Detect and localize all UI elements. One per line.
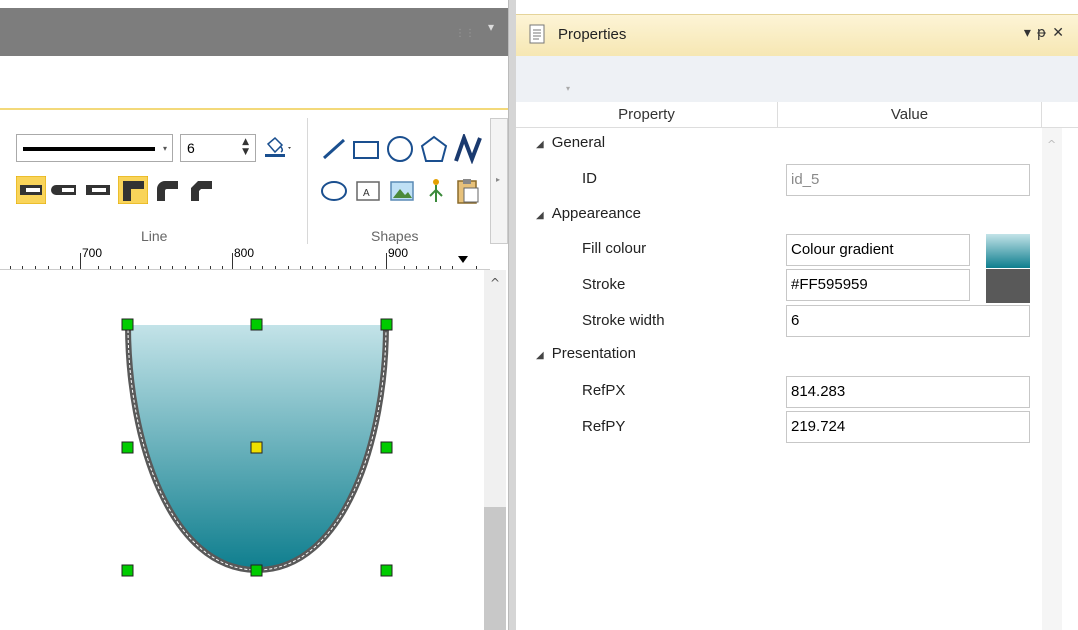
drawing-canvas[interactable]	[0, 270, 484, 630]
panel-controls: ▾ᵽ✕	[1024, 25, 1070, 41]
stroke-colour-field[interactable]: #FF595959	[786, 269, 970, 301]
category-label: Appeareance	[551, 205, 641, 222]
refpx-field[interactable]: 814.283	[786, 376, 1030, 408]
property-label-refpx: RefPX	[582, 382, 626, 399]
chevron-down-icon: ▾	[162, 144, 167, 153]
chevron-right-icon: ▸	[496, 175, 501, 184]
properties-header: Properties ▾ᵽ✕	[516, 14, 1078, 56]
collapse-triangle-icon: ◢	[536, 139, 544, 150]
round-cap-button[interactable]	[50, 176, 80, 204]
line-width-stepper[interactable]: 6 ▲ ▼	[180, 134, 256, 162]
selection-handle[interactable]	[121, 318, 134, 331]
scrollbar-thumb[interactable]	[484, 507, 506, 630]
properties-pane: Properties ▾ᵽ✕ ▾ Property Value ◢ General…	[516, 0, 1078, 630]
bevel-join-button[interactable]	[186, 176, 216, 204]
rectangle-tool-icon[interactable]	[350, 134, 382, 164]
connector-tool-icon[interactable]	[420, 176, 452, 206]
chevron-up-icon[interactable]: ^	[490, 276, 500, 290]
line-style-icon	[23, 147, 155, 151]
category-presentation[interactable]: ◢ Presentation	[536, 345, 636, 362]
paint-bucket-icon[interactable]	[262, 136, 294, 160]
clipboard-tool-icon[interactable]	[452, 176, 484, 206]
properties-toolbar: ▾	[516, 56, 1078, 102]
spinner-arrows-icon[interactable]: ▲ ▼	[242, 137, 249, 157]
category-appearance[interactable]: ◢ Appeareance	[536, 205, 641, 222]
property-label-stroke: Stroke	[582, 276, 626, 293]
selection-handle[interactable]	[380, 564, 393, 577]
stroke-colour-swatch[interactable]	[986, 269, 1030, 303]
refpy-field[interactable]: 219.724	[786, 411, 1030, 443]
document-icon	[529, 24, 545, 44]
property-grid-scrollbar[interactable]: ^	[1042, 128, 1062, 630]
editor-pane: ⋮⋮ ▾ ▾ 6 ▲ ▼ Line A Shapes ▸ 700 800 900…	[0, 0, 510, 630]
stroke-width-field[interactable]: 6	[786, 305, 1030, 337]
chevron-up-icon[interactable]: ^	[1047, 138, 1056, 151]
category-label: Presentation	[551, 345, 636, 362]
text-tool-icon[interactable]: A	[352, 176, 384, 206]
ribbon-tabs	[0, 56, 510, 110]
pane-splitter[interactable]	[508, 0, 516, 630]
chevron-down-icon[interactable]: ▾	[1024, 25, 1037, 41]
svg-text:A: A	[363, 188, 370, 199]
ellipse-tool-icon[interactable]	[318, 176, 350, 206]
selection-handle[interactable]	[250, 564, 263, 577]
polygon-tool-icon[interactable]	[418, 134, 450, 164]
header-value[interactable]: Value	[778, 102, 1042, 128]
shapes-group-label: Shapes	[371, 228, 419, 244]
line-width-value: 6	[187, 140, 195, 156]
ribbon-group-divider	[307, 118, 308, 246]
selection-handle[interactable]	[121, 441, 134, 454]
selection-handle[interactable]	[121, 564, 134, 577]
line-style-combo[interactable]: ▾	[16, 134, 173, 162]
property-label-stroke-width: Stroke width	[582, 312, 665, 329]
id-field[interactable]: id_5	[786, 164, 1030, 196]
canvas-svg	[121, 318, 393, 577]
square-cap-button[interactable]	[84, 176, 114, 204]
polyline-tool-icon[interactable]	[452, 134, 484, 164]
category-label: General	[551, 134, 606, 151]
line-group-label: Line	[141, 228, 168, 244]
property-label-refpy: RefPY	[582, 418, 626, 435]
selection-handle[interactable]	[380, 441, 393, 454]
canvas-vertical-scrollbar[interactable]: ^	[484, 270, 506, 630]
property-label-fill: Fill colour	[582, 240, 647, 257]
ribbon-scroll-button[interactable]: ▸	[490, 118, 508, 244]
fill-colour-swatch[interactable]	[986, 234, 1030, 268]
category-general[interactable]: ◢ General	[536, 134, 605, 151]
ruler-position-marker	[458, 256, 468, 263]
horizontal-ruler: 700 800 900	[0, 244, 490, 270]
miter-join-button[interactable]	[118, 176, 148, 204]
properties-title: Properties	[558, 26, 627, 43]
property-grid-header: Property Value	[516, 102, 1078, 128]
app-root: ⋮⋮ ▾ ▾ 6 ▲ ▼ Line A Shapes ▸ 700 800 900…	[0, 0, 1078, 630]
grid-edge	[1062, 128, 1078, 630]
close-icon[interactable]: ✕	[1052, 25, 1070, 41]
chevron-down-icon[interactable]: ▾	[566, 84, 570, 93]
pin-icon[interactable]: ᵽ	[1037, 25, 1052, 41]
grip-icon: ⋮⋮	[455, 28, 475, 39]
round-join-button[interactable]	[152, 176, 182, 204]
chevron-down-icon[interactable]: ▾	[488, 20, 494, 34]
selection-handle[interactable]	[380, 318, 393, 331]
header-property[interactable]: Property	[516, 102, 778, 128]
property-label-id: ID	[582, 170, 597, 187]
line-tool-icon[interactable]	[318, 134, 350, 164]
ruler-label: 900	[388, 246, 409, 260]
circle-tool-icon[interactable]	[384, 134, 416, 164]
collapse-triangle-icon: ◢	[536, 210, 544, 221]
image-tool-icon[interactable]	[386, 176, 418, 206]
fill-colour-field[interactable]: Colour gradient	[786, 234, 970, 266]
ruler-label: 800	[234, 246, 255, 260]
rotation-center-handle[interactable]	[250, 441, 263, 454]
flat-cap-button[interactable]	[16, 176, 46, 204]
editor-titlebar: ⋮⋮ ▾	[0, 8, 510, 56]
collapse-triangle-icon: ◢	[536, 350, 544, 361]
selection-handle[interactable]	[250, 318, 263, 331]
ruler-label: 700	[82, 246, 103, 260]
